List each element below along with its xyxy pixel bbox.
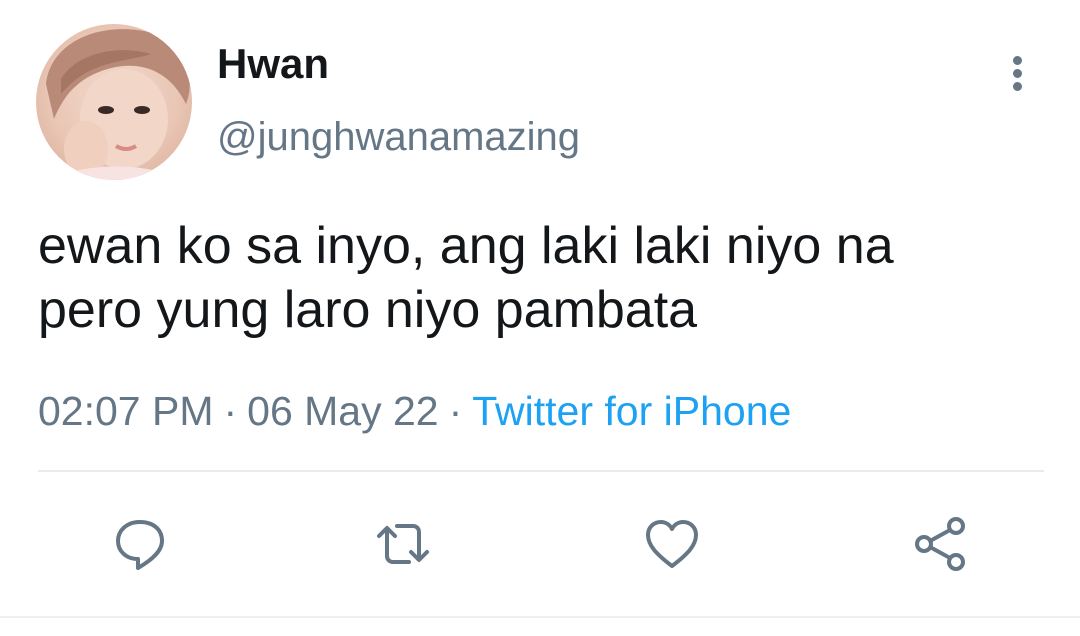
tweet-card: Hwan @junghwanamazing ewan ko sa inyo, a… xyxy=(0,0,1080,636)
reply-button[interactable] xyxy=(110,514,170,574)
divider xyxy=(38,470,1044,472)
more-options-icon[interactable] xyxy=(1000,54,1034,98)
tweet-text: ewan ko sa inyo, ang laki laki niyo na p… xyxy=(38,214,1038,342)
share-button[interactable] xyxy=(910,514,970,574)
avatar-image xyxy=(46,29,190,180)
meta-separator: · xyxy=(448,388,463,434)
tweet-text-line: pero yung laro niyo pambata xyxy=(38,281,698,339)
tweet-date: 06 May 22 xyxy=(247,388,439,434)
retweet-button[interactable] xyxy=(373,514,433,574)
retweet-icon xyxy=(377,524,429,564)
tweet-time: 02:07 PM xyxy=(38,388,214,434)
reply-icon xyxy=(116,520,164,570)
tweet-meta: 02:07 PM · 06 May 22 · Twitter for iPhone xyxy=(38,386,791,436)
bottom-divider xyxy=(0,616,1080,618)
tweet-text-line: ewan ko sa inyo, ang laki laki niyo na xyxy=(38,217,894,275)
meta-separator: · xyxy=(223,388,238,434)
like-button[interactable] xyxy=(642,514,702,574)
like-icon xyxy=(646,520,698,568)
author-handle[interactable]: @junghwanamazing xyxy=(217,113,580,161)
avatar[interactable] xyxy=(36,24,192,180)
tweet-source-link[interactable]: Twitter for iPhone xyxy=(472,388,791,434)
author-name[interactable]: Hwan xyxy=(217,40,329,88)
share-icon xyxy=(915,517,965,571)
